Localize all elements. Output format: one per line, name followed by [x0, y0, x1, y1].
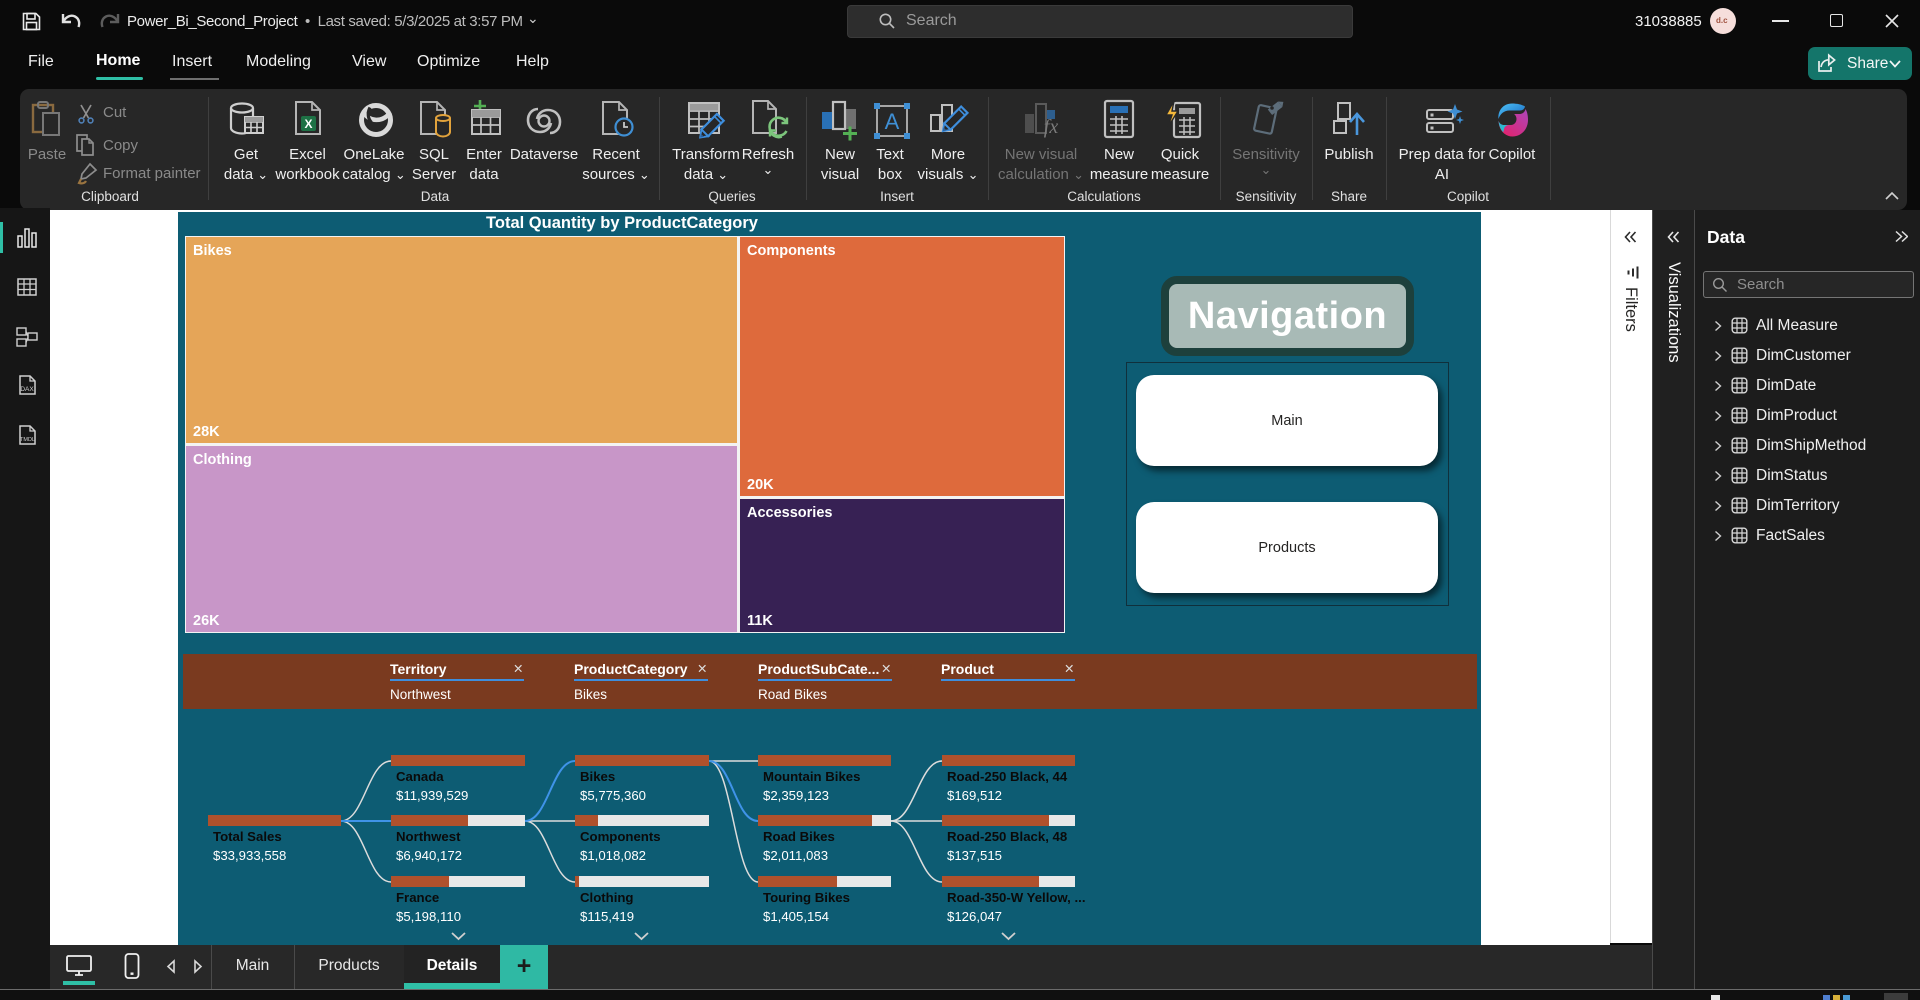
svg-text:A: A	[885, 109, 900, 134]
svg-text:fx: fx	[1044, 116, 1059, 138]
svg-text:X: X	[304, 117, 312, 131]
svg-text:TMDL: TMDL	[20, 437, 35, 443]
svg-text:DAX: DAX	[20, 386, 34, 393]
